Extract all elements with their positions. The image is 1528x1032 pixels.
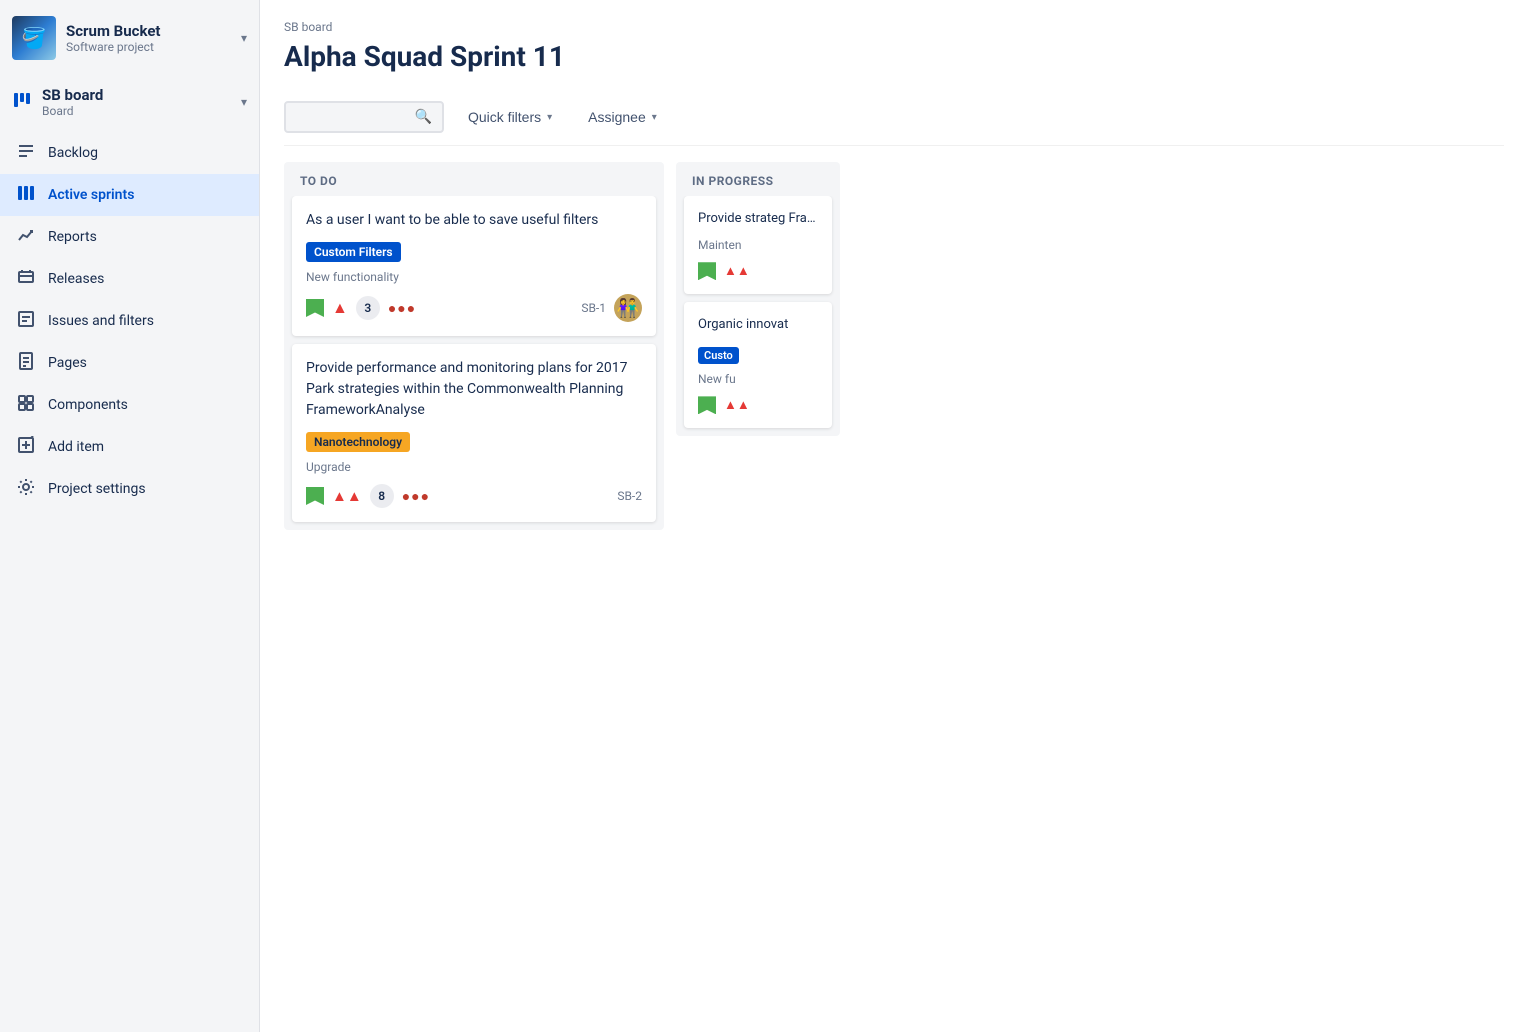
column-todo: TO DO As a user I want to be able to sav… bbox=[284, 162, 664, 530]
active-sprints-icon bbox=[16, 184, 36, 206]
card-sb2[interactable]: Provide performance and monitoring plans… bbox=[292, 344, 656, 522]
sidebar-label-components: Components bbox=[48, 397, 128, 413]
card-sb2-id: SB-2 bbox=[617, 489, 642, 503]
sidebar-item-releases[interactable]: Releases bbox=[0, 258, 259, 300]
priority-critical-icon: ▲▲ bbox=[332, 487, 362, 505]
board-section[interactable]: SB board Board ▾ bbox=[0, 76, 259, 128]
sidebar-item-active-sprints[interactable]: Active sprints bbox=[0, 174, 259, 216]
project-chevron-icon: ▾ bbox=[241, 31, 247, 45]
main-content: SB board Alpha Squad Sprint 11 🔍 Quick f… bbox=[260, 0, 1528, 1032]
board-name: SB board bbox=[42, 86, 231, 104]
column-in-progress-cards: Provide strateg Framew Mainten ▲▲ Organi… bbox=[676, 196, 840, 436]
pages-icon bbox=[16, 352, 36, 374]
sidebar-item-backlog[interactable]: Backlog bbox=[0, 132, 259, 174]
add-item-icon bbox=[16, 436, 36, 458]
bookmark-icon bbox=[306, 299, 324, 317]
card-inprogress-2-title: Organic innovat bbox=[698, 316, 818, 334]
sidebar-label-project-settings: Project settings bbox=[48, 481, 146, 497]
card-sb2-footer: ▲▲ 8 ●●● SB-2 bbox=[306, 484, 642, 508]
project-subtitle: Software project bbox=[66, 40, 231, 54]
components-icon bbox=[16, 394, 36, 416]
main-header: SB board Alpha Squad Sprint 11 🔍 Quick f… bbox=[260, 0, 1528, 146]
card-sb1-category: New functionality bbox=[306, 270, 642, 284]
bookmark-icon-2 bbox=[306, 487, 324, 505]
sidebar-item-reports[interactable]: Reports bbox=[0, 216, 259, 258]
card-sb2-category: Upgrade bbox=[306, 460, 642, 474]
project-name: Scrum Bucket bbox=[66, 22, 231, 40]
search-input[interactable] bbox=[296, 109, 409, 125]
project-header[interactable]: 🪣 Scrum Bucket Software project ▾ bbox=[0, 0, 259, 76]
sidebar-label-issues: Issues and filters bbox=[48, 313, 154, 329]
card-inprogress-1-category: Mainten bbox=[698, 238, 818, 252]
card-inprogress-2-footer: ▲▲ bbox=[698, 396, 818, 414]
card-sb1-avatar: 👫 bbox=[614, 294, 642, 322]
card-sb1-title: As a user I want to be able to save usef… bbox=[306, 210, 642, 231]
sidebar-label-backlog: Backlog bbox=[48, 145, 98, 161]
column-in-progress: IN PROGRESS Provide strateg Framew Maint… bbox=[676, 162, 840, 436]
sidebar-item-issues-filters[interactable]: Issues and filters bbox=[0, 300, 259, 342]
quick-filters-button[interactable]: Quick filters ▾ bbox=[456, 101, 564, 133]
bookmark-icon-3 bbox=[698, 262, 716, 280]
bookmark-icon-4 bbox=[698, 396, 716, 414]
card-sb1-tag: Custom Filters bbox=[306, 242, 401, 262]
column-in-progress-header: IN PROGRESS bbox=[676, 162, 840, 196]
sidebar-label-reports: Reports bbox=[48, 229, 97, 245]
issues-icon bbox=[16, 310, 36, 332]
page-title: Alpha Squad Sprint 11 bbox=[284, 40, 1504, 73]
card-inprogress-1[interactable]: Provide strateg Framew Mainten ▲▲ bbox=[684, 196, 832, 294]
sidebar-label-releases: Releases bbox=[48, 271, 104, 287]
backlog-icon bbox=[16, 142, 36, 164]
board-chevron-icon: ▾ bbox=[241, 95, 247, 109]
sidebar-item-components[interactable]: Components bbox=[0, 384, 259, 426]
card-inprogress-2[interactable]: Organic innovat Custo New fu ▲▲ bbox=[684, 302, 832, 428]
sidebar-item-add-item[interactable]: Add item bbox=[0, 426, 259, 468]
card-sb1[interactable]: As a user I want to be able to save usef… bbox=[292, 196, 656, 336]
card-inprogress-1-title: Provide strateg Framew bbox=[698, 210, 818, 228]
card-sb1-count: 3 bbox=[356, 296, 380, 320]
card-inprogress-2-tag: Custo bbox=[698, 347, 739, 364]
sidebar-label-add-item: Add item bbox=[48, 439, 104, 455]
reports-icon bbox=[16, 226, 36, 248]
sidebar-nav: Backlog Active sprints Reports bbox=[0, 128, 259, 514]
releases-icon bbox=[16, 268, 36, 290]
column-todo-cards: As a user I want to be able to save usef… bbox=[284, 196, 664, 530]
quick-filters-chevron-icon: ▾ bbox=[547, 112, 552, 123]
card-sb1-id: SB-1 bbox=[581, 301, 606, 315]
breadcrumb: SB board bbox=[284, 20, 1504, 34]
priority-icon-3: ▲▲ bbox=[724, 263, 750, 279]
project-avatar: 🪣 bbox=[12, 16, 56, 60]
card-sb1-footer: ▲ 3 ●●● SB-1 👫 bbox=[306, 294, 642, 322]
board-icon bbox=[12, 90, 32, 115]
card-sb1-menu-dots[interactable]: ●●● bbox=[388, 300, 416, 317]
assignee-button[interactable]: Assignee ▾ bbox=[576, 101, 669, 133]
assignee-chevron-icon: ▾ bbox=[652, 112, 657, 123]
card-sb2-title: Provide performance and monitoring plans… bbox=[306, 358, 642, 421]
sidebar: 🪣 Scrum Bucket Software project ▾ SB boa… bbox=[0, 0, 260, 1032]
card-sb2-menu-dots[interactable]: ●●● bbox=[402, 488, 430, 505]
search-icon: 🔍 bbox=[415, 109, 432, 125]
card-inprogress-1-footer: ▲▲ bbox=[698, 262, 818, 280]
sidebar-item-pages[interactable]: Pages bbox=[0, 342, 259, 384]
sidebar-label-pages: Pages bbox=[48, 355, 87, 371]
toolbar: 🔍 Quick filters ▾ Assignee ▾ bbox=[284, 89, 1504, 146]
card-sb2-tag: Nanotechnology bbox=[306, 432, 410, 452]
settings-icon bbox=[16, 478, 36, 500]
priority-high-icon: ▲ bbox=[332, 298, 348, 318]
board-area: TO DO As a user I want to be able to sav… bbox=[260, 146, 1528, 1032]
board-type: Board bbox=[42, 104, 231, 118]
card-inprogress-2-category: New fu bbox=[698, 372, 818, 386]
sidebar-item-project-settings[interactable]: Project settings bbox=[0, 468, 259, 510]
sidebar-label-active-sprints: Active sprints bbox=[48, 187, 134, 203]
priority-icon-4: ▲▲ bbox=[724, 397, 750, 413]
column-todo-header: TO DO bbox=[284, 162, 664, 196]
card-sb2-count: 8 bbox=[370, 484, 394, 508]
search-box[interactable]: 🔍 bbox=[284, 101, 444, 133]
